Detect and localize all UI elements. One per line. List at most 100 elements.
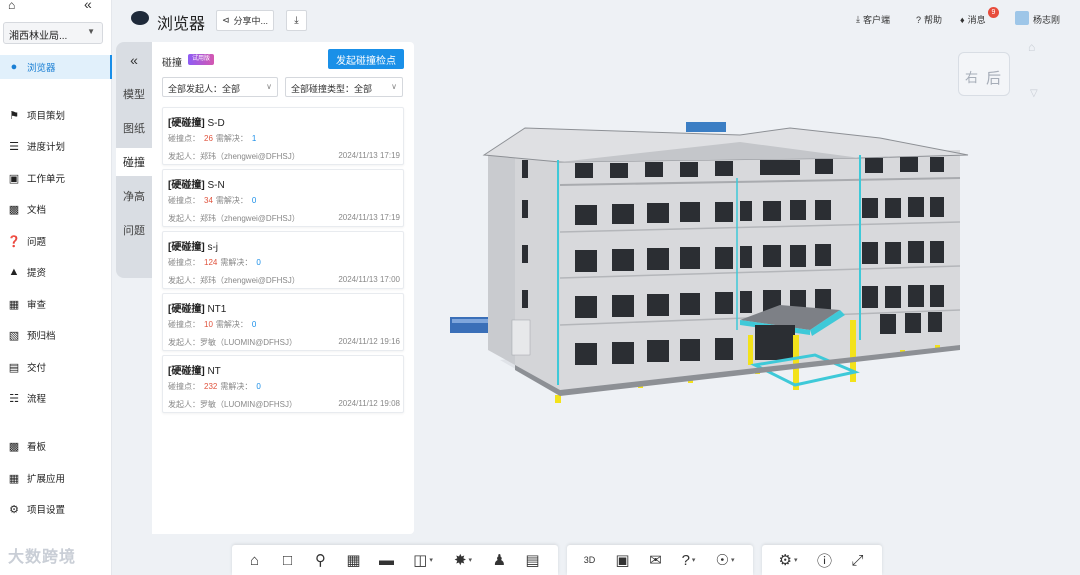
initiator-value: 罗敏（LUOMIN@DFHSJ） bbox=[200, 400, 298, 409]
view-cube[interactable]: 右 后 bbox=[958, 52, 1010, 96]
resolve-value: 0 bbox=[251, 320, 257, 329]
nav-item-review[interactable]: ▦ 审查 bbox=[0, 292, 112, 316]
zoom-fit-icon[interactable]: □ bbox=[271, 545, 304, 575]
nav-item-submit[interactable]: ▲ 提资 bbox=[0, 260, 112, 284]
properties-icon[interactable]: ▤ bbox=[516, 545, 549, 575]
collision-card[interactable]: [硬碰撞] s-j 碰撞点： 124 需解决： 0 发起人：郑玮（zhengwei@D… bbox=[162, 231, 404, 289]
toolbar-navigation: ⌂ □ ⚲ ▦ ▬ ◫ ▾ ✸ ▾ ♟ ▤ bbox=[232, 545, 558, 575]
collision-tag: [硬碰撞] bbox=[168, 304, 205, 315]
project-name: 湘西林业局... bbox=[9, 31, 68, 42]
nav-item-label: 审查 bbox=[27, 300, 47, 311]
nav-item-browser[interactable]: ● 浏览器 bbox=[0, 55, 112, 79]
grid-icon[interactable]: ▦ bbox=[337, 545, 370, 575]
collapse-nav-icon[interactable]: « bbox=[84, 0, 92, 12]
avatar[interactable] bbox=[1015, 11, 1029, 25]
nav-item-pre-archive[interactable]: ▧ 预归档 bbox=[0, 323, 112, 347]
nav-item-settings[interactable]: ⚙ 项目设置 bbox=[0, 497, 112, 521]
measure-icon[interactable]: ▬ bbox=[370, 545, 403, 575]
view-cube-face-right[interactable]: 右 bbox=[965, 67, 978, 86]
tab-issues[interactable]: 问题 bbox=[116, 216, 152, 244]
delivery-icon: ▤ bbox=[8, 361, 20, 374]
card-date: 2024/11/12 19:16 bbox=[338, 337, 400, 346]
user-name[interactable]: 杨志刚 bbox=[1033, 13, 1060, 26]
home-icon[interactable]: ⌂ bbox=[8, 0, 15, 12]
points-value: 34 bbox=[204, 196, 213, 205]
nav-item-issues[interactable]: ❓ 问题 bbox=[0, 229, 112, 253]
messages-link[interactable]: ♦ 消息 bbox=[960, 13, 986, 26]
archive-icon: ▧ bbox=[8, 329, 20, 342]
browser-logo-icon bbox=[131, 11, 149, 25]
card-initiator: 发起人：罗敏（LUOMIN@DFHSJ） bbox=[168, 399, 297, 410]
toolbar-settings: ⚙ ▾ ⓘ ⤢ bbox=[762, 545, 882, 575]
tab-model[interactable]: 模型 bbox=[116, 80, 152, 108]
comment-icon[interactable]: ✉ bbox=[639, 545, 672, 575]
gear-icon[interactable]: ⚙ ▾ bbox=[768, 545, 808, 575]
view-cube-face-back[interactable]: 后 bbox=[986, 67, 1001, 88]
project-selector[interactable]: 湘西林业局... ▼ bbox=[3, 22, 103, 44]
resolve-label: 需解决： bbox=[220, 382, 253, 391]
settings-icon: ⚙ bbox=[9, 503, 19, 516]
help-link[interactable]: ? 帮助 bbox=[916, 13, 942, 26]
tab-clearance[interactable]: 净高 bbox=[116, 182, 152, 210]
start-collision-check-button[interactable]: 发起碰撞检点 bbox=[328, 49, 404, 69]
nav-item-board[interactable]: ▩ 看板 bbox=[0, 434, 112, 458]
bell-icon: ♦ bbox=[960, 14, 965, 25]
collapse-panel-icon[interactable]: « bbox=[116, 46, 152, 74]
help-icon[interactable]: ? ▾ bbox=[672, 545, 705, 575]
collision-card[interactable]: [硬碰撞] S-N 碰撞点： 34 需解决： 0 发起人：郑玮（zhengwei@DF… bbox=[162, 169, 404, 227]
card-initiator: 发起人：郑玮（zhengwei@DFHSJ） bbox=[168, 213, 300, 224]
section-icon[interactable]: ◫ ▾ bbox=[403, 545, 443, 575]
initiator-value: 郑玮（zhengwei@DFHSJ） bbox=[200, 276, 300, 285]
tab-drawing[interactable]: 图纸 bbox=[116, 114, 152, 142]
fullscreen-icon[interactable]: ⤢ bbox=[841, 545, 874, 575]
collision-type-filter[interactable]: 全部碰撞类型：全部 ∨ bbox=[285, 77, 403, 97]
share-label: 分享中... bbox=[233, 16, 269, 26]
home-view-icon[interactable]: ⌂ bbox=[238, 545, 271, 575]
nav-item-work-unit[interactable]: ▣ 工作单元 bbox=[0, 166, 112, 190]
card-date: 2024/11/12 19:08 bbox=[338, 399, 400, 408]
explode-icon[interactable]: ✸ ▾ bbox=[443, 545, 483, 575]
nav-item-apps[interactable]: ▦ 扩展应用 bbox=[0, 466, 112, 490]
card-title: [硬碰撞] S-D bbox=[168, 114, 225, 129]
visibility-icon[interactable]: ☉ ▾ bbox=[705, 545, 745, 575]
camera-icon[interactable]: ▣ bbox=[606, 545, 639, 575]
points-label: 碰撞点： bbox=[168, 382, 200, 391]
card-initiator: 发起人：郑玮（zhengwei@DFHSJ） bbox=[168, 151, 300, 162]
view-menu-icon[interactable]: ▽ bbox=[1030, 88, 1038, 99]
chevron-down-icon: ∨ bbox=[266, 82, 272, 91]
nav-item-documents[interactable]: ▩ 文档 bbox=[0, 197, 112, 221]
collision-card[interactable]: [硬碰撞] NT1 碰撞点： 10 需解决： 0 发起人：罗敏（LUOMIN@DFHS… bbox=[162, 293, 404, 351]
chevron-down-icon: ▼ bbox=[87, 27, 95, 36]
page-title: 浏览器 bbox=[157, 16, 206, 33]
download-button[interactable]: ⤓ bbox=[286, 10, 307, 31]
nav-item-delivery[interactable]: ▤ 交付 bbox=[0, 355, 112, 379]
side-door bbox=[511, 319, 531, 356]
view-home-icon[interactable]: ⌂ bbox=[1028, 40, 1035, 54]
tab-collision[interactable]: 碰撞 bbox=[116, 148, 152, 176]
3d-2d-icon[interactable]: 3D bbox=[573, 545, 606, 575]
card-stats: 碰撞点： 34 需解决： 0 bbox=[168, 195, 256, 206]
info-icon[interactable]: ⓘ bbox=[808, 545, 841, 575]
client-link[interactable]: ⤓ 客户端 bbox=[856, 13, 890, 26]
initiator-value: 郑玮（zhengwei@DFHSJ） bbox=[200, 152, 300, 161]
model-viewport[interactable] bbox=[420, 40, 1080, 540]
card-stats: 碰撞点： 10 需解决： 0 bbox=[168, 319, 256, 330]
resolve-label: 需解决： bbox=[215, 320, 248, 329]
flow-icon: ☵ bbox=[9, 392, 19, 405]
nav-item-schedule[interactable]: ☰ 进度计划 bbox=[0, 134, 112, 158]
person-icon[interactable]: ♟ bbox=[483, 545, 516, 575]
location-icon[interactable]: ⚲ bbox=[304, 545, 337, 575]
card-initiator: 发起人：郑玮（zhengwei@DFHSJ） bbox=[168, 275, 300, 286]
card-stats: 碰撞点： 124 需解决： 0 bbox=[168, 257, 261, 268]
collision-name: NT bbox=[207, 366, 221, 377]
share-button[interactable]: ⊲ 分享中... bbox=[216, 10, 274, 31]
nav-item-workflow[interactable]: ☵ 流程 bbox=[0, 386, 112, 410]
nav-item-planning[interactable]: ⚑ 项目策划 bbox=[0, 103, 112, 127]
collision-card[interactable]: [硬碰撞] S-D 碰撞点： 26 需解决： 1 发起人：郑玮（zhengwei@DF… bbox=[162, 107, 404, 165]
collision-card[interactable]: [硬碰撞] NT 碰撞点： 232 需解决： 0 发起人：罗敏（LUOMIN@DFHS… bbox=[162, 355, 404, 413]
browser-icon: ● bbox=[10, 61, 18, 73]
collision-tag: [硬碰撞] bbox=[168, 242, 205, 253]
points-value: 10 bbox=[204, 320, 213, 329]
initiator-filter[interactable]: 全部发起人：全部 ∨ bbox=[162, 77, 278, 97]
nav-item-label: 提资 bbox=[27, 268, 47, 279]
